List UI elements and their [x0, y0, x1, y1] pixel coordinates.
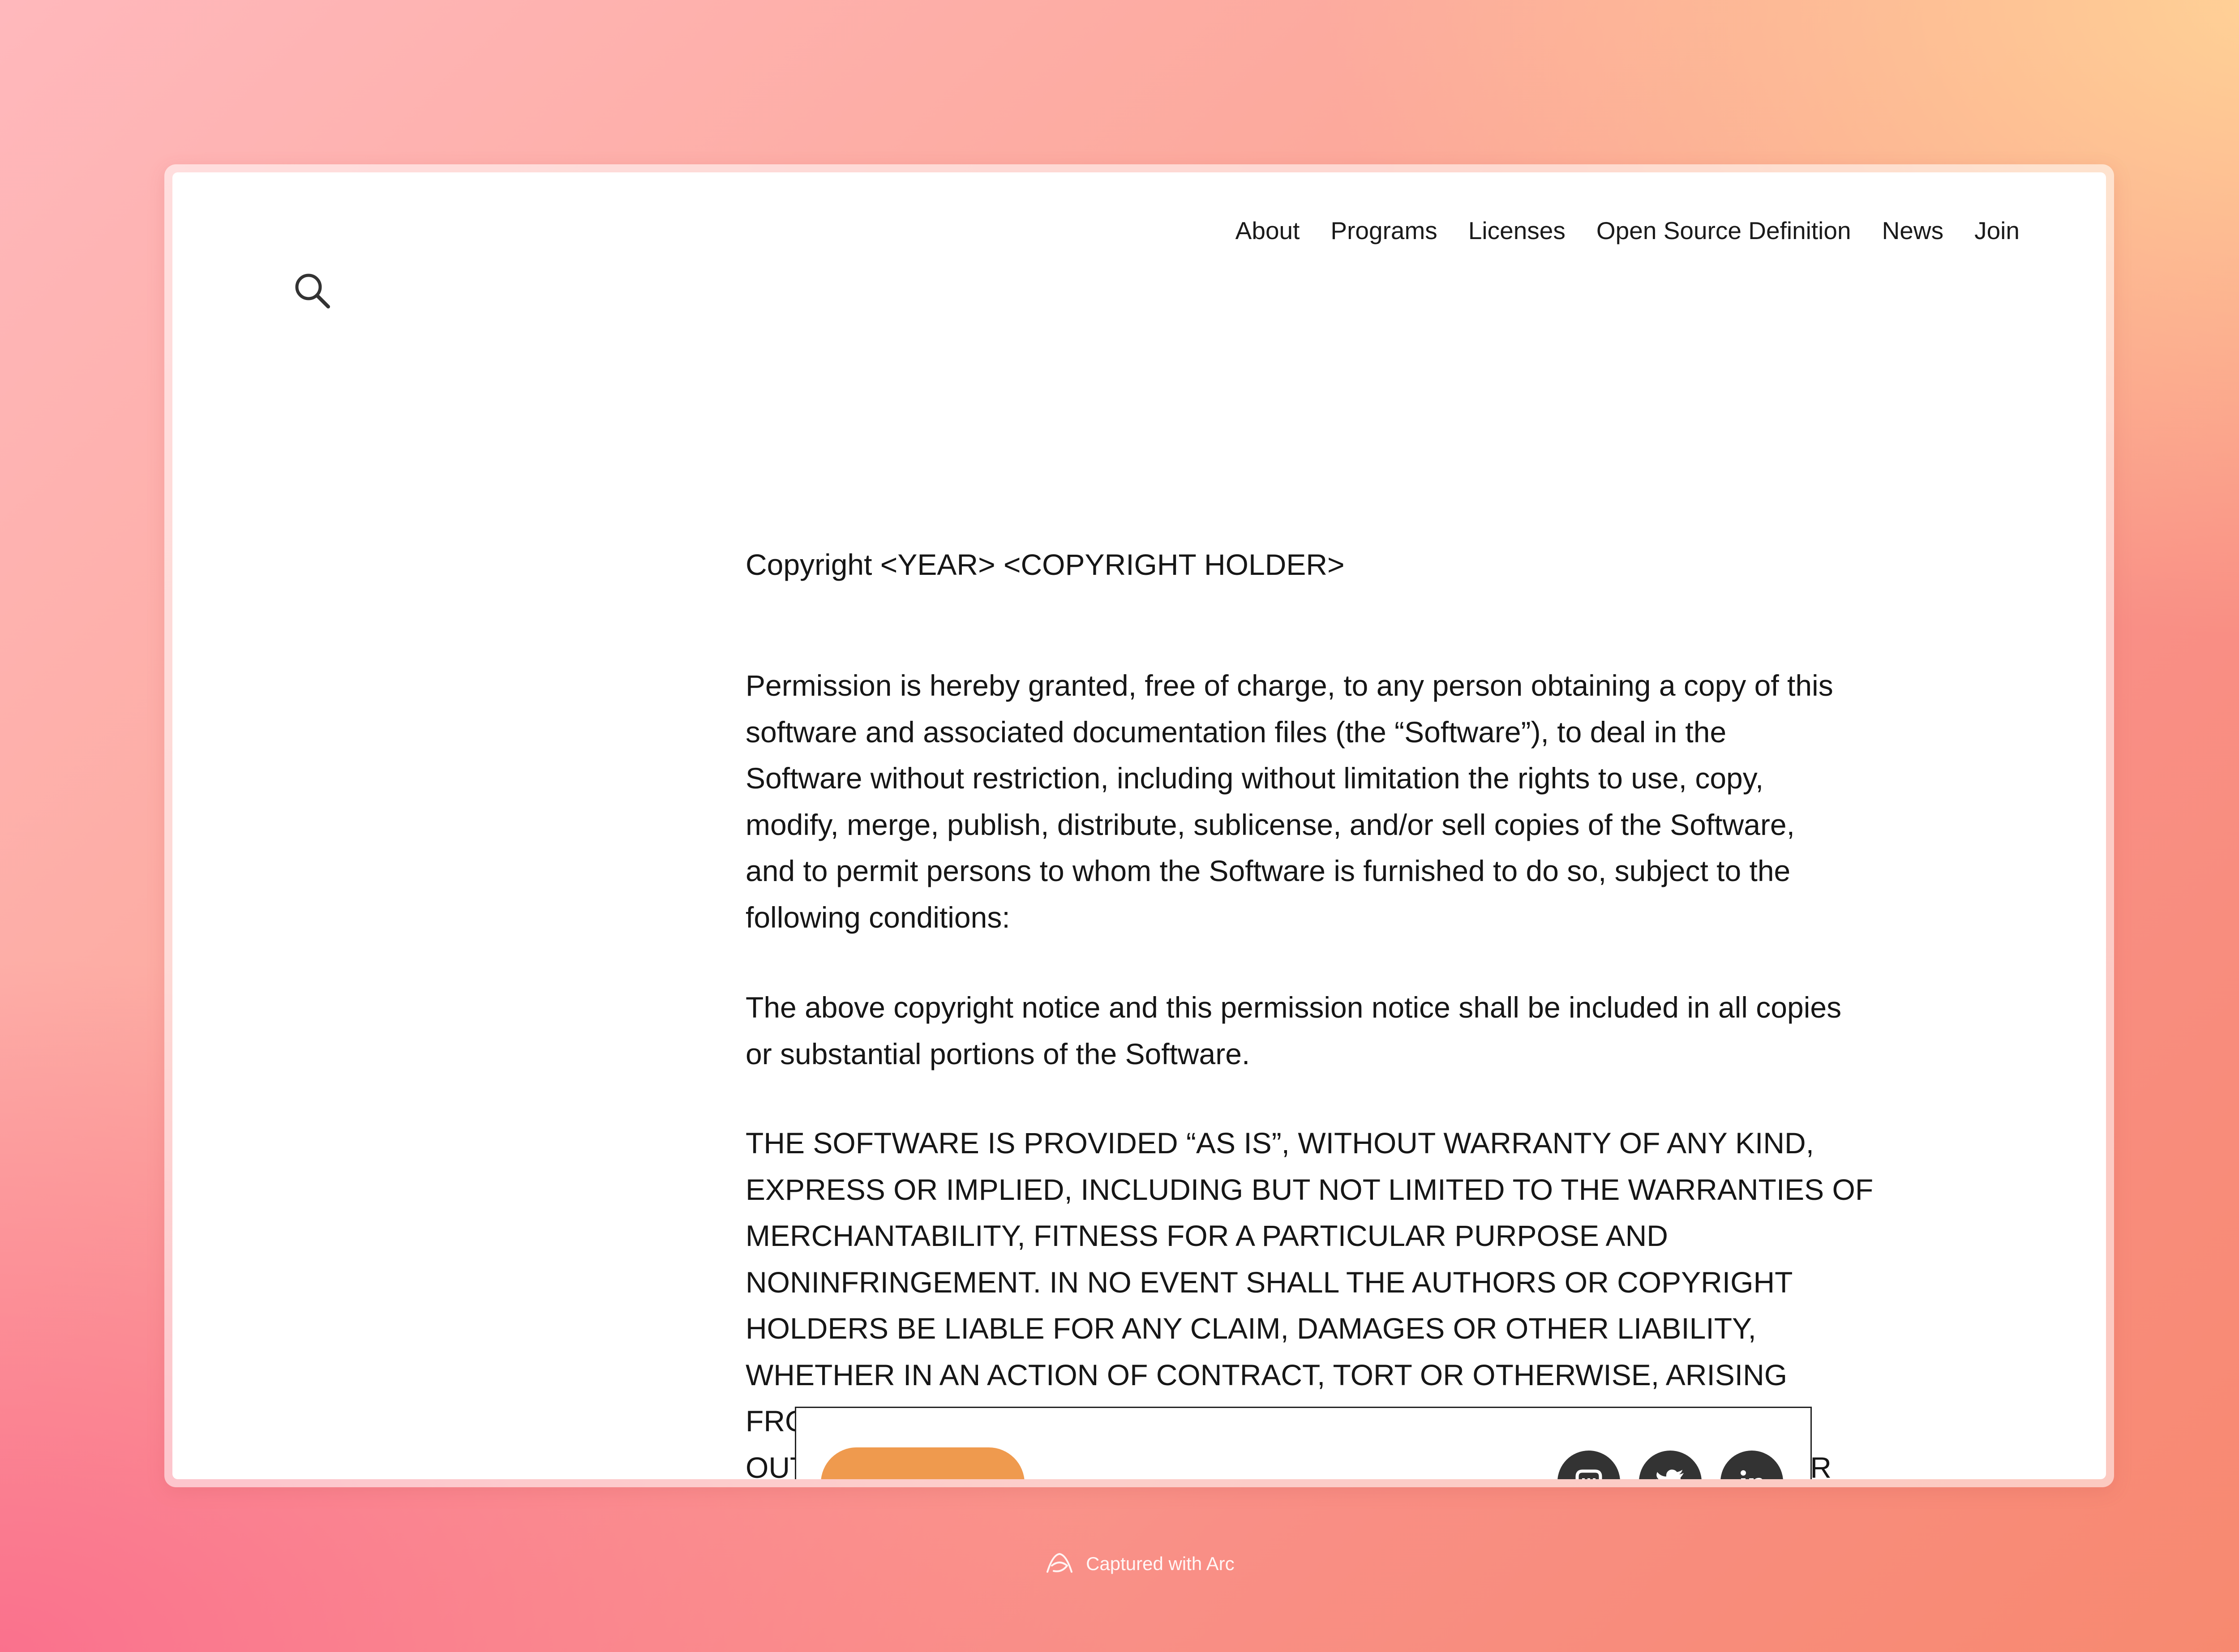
watermark-label: Captured with Arc — [1086, 1553, 1235, 1574]
footer-box — [795, 1407, 1812, 1479]
join-button[interactable] — [821, 1447, 1025, 1479]
arc-watermark: Captured with Arc — [0, 1549, 2239, 1577]
mastodon-icon[interactable] — [1557, 1451, 1620, 1479]
browser-window: About Programs Licenses Open Source Defi… — [164, 164, 2114, 1487]
nav-item-join[interactable]: Join — [1974, 215, 2020, 246]
copyright-line: Copyright <YEAR> <COPYRIGHT HOLDER> — [746, 548, 1345, 581]
search-icon[interactable] — [292, 271, 333, 311]
twitter-icon[interactable] — [1639, 1451, 1702, 1479]
arc-logo-icon — [1047, 1553, 1073, 1573]
main-nav: About Programs Licenses Open Source Defi… — [1235, 215, 2020, 246]
nav-item-licenses[interactable]: Licenses — [1468, 215, 1566, 246]
nav-item-open-source-definition[interactable]: Open Source Definition — [1596, 215, 1851, 246]
nav-item-about[interactable]: About — [1235, 215, 1300, 246]
nav-item-news[interactable]: News — [1882, 215, 1944, 246]
permission-paragraph: Permission is hereby granted, free of ch… — [746, 669, 1833, 934]
nav-item-programs[interactable]: Programs — [1330, 215, 1437, 246]
notice-paragraph: The above copyright notice and this perm… — [746, 991, 1842, 1070]
linkedin-icon[interactable] — [1720, 1451, 1783, 1479]
page-viewport[interactable]: About Programs Licenses Open Source Defi… — [172, 172, 2106, 1479]
